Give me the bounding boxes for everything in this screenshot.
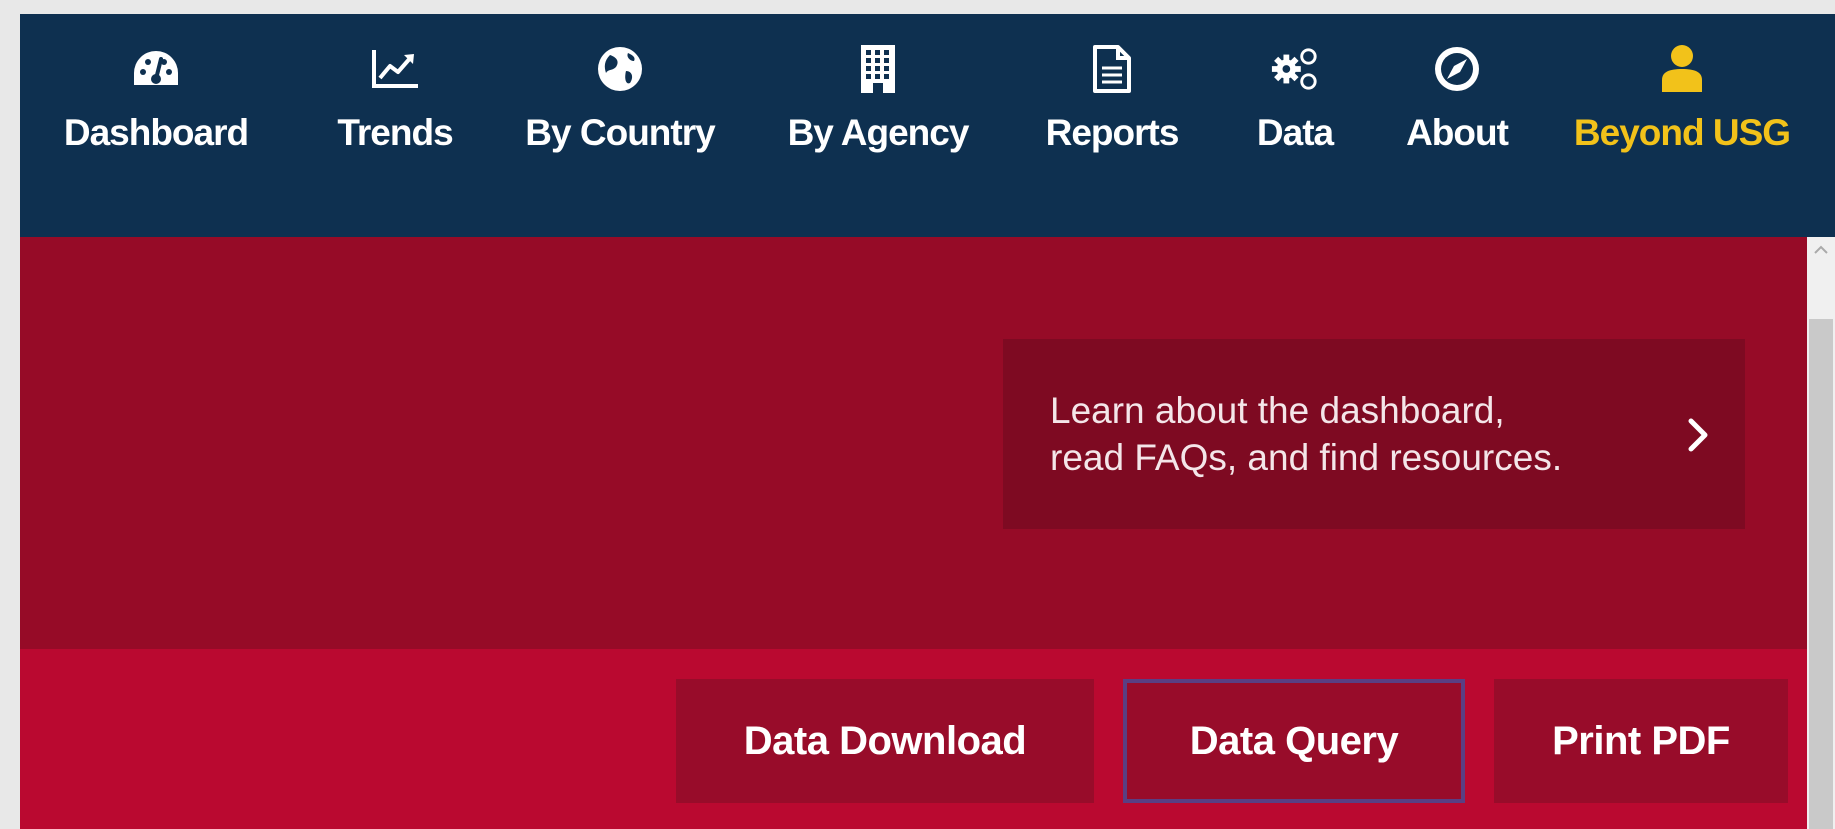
- nav-item-beyond-usg[interactable]: Beyond USG: [1572, 44, 1792, 194]
- dashboard-gauge-icon: [131, 44, 181, 94]
- page-frame: Dashboard Trends By Country By Agency Re…: [20, 14, 1835, 829]
- nav-item-reports[interactable]: Reports: [1032, 44, 1192, 194]
- nav-label: Dashboard: [63, 112, 249, 153]
- globe-icon: [595, 44, 645, 94]
- nav-item-by-country[interactable]: By Country: [510, 44, 730, 194]
- nav-item-by-agency[interactable]: By Agency: [778, 44, 978, 194]
- document-icon: [1087, 44, 1137, 94]
- nav-item-data[interactable]: Data: [1240, 44, 1350, 194]
- learn-about-link[interactable]: Learn about the dashboard, read FAQs, an…: [1003, 339, 1745, 529]
- trend-line-chart-icon: [370, 44, 420, 94]
- nav-item-dashboard[interactable]: Dashboard: [51, 44, 261, 194]
- nav-label: Data: [1256, 112, 1334, 153]
- scrollbar-thumb[interactable]: [1809, 319, 1833, 829]
- learn-about-text: Learn about the dashboard, read FAQs, an…: [1050, 390, 1563, 478]
- nav-item-about[interactable]: About: [1392, 44, 1522, 194]
- gears-icon: [1270, 44, 1320, 94]
- data-download-button[interactable]: Data Download: [676, 679, 1094, 803]
- data-query-button[interactable]: Data Query: [1123, 679, 1465, 803]
- print-pdf-button[interactable]: Print PDF: [1494, 679, 1788, 803]
- compass-icon: [1432, 44, 1482, 94]
- building-icon: [853, 44, 903, 94]
- user-icon: [1657, 44, 1707, 94]
- nav-label: Reports: [1045, 112, 1180, 153]
- action-bar: Data Download Data Query Print PDF: [20, 649, 1807, 829]
- nav-label: By Agency: [787, 112, 970, 153]
- nav-label: About: [1406, 112, 1509, 153]
- top-navigation: Dashboard Trends By Country By Agency Re…: [20, 14, 1835, 237]
- nav-label: By Country: [525, 112, 715, 153]
- nav-label: Beyond USG: [1573, 112, 1791, 153]
- nav-item-trends[interactable]: Trends: [320, 44, 470, 194]
- scroll-up-arrow-icon[interactable]: [1813, 245, 1829, 255]
- nav-label: Trends: [337, 112, 453, 153]
- chevron-right-icon: [1688, 418, 1708, 452]
